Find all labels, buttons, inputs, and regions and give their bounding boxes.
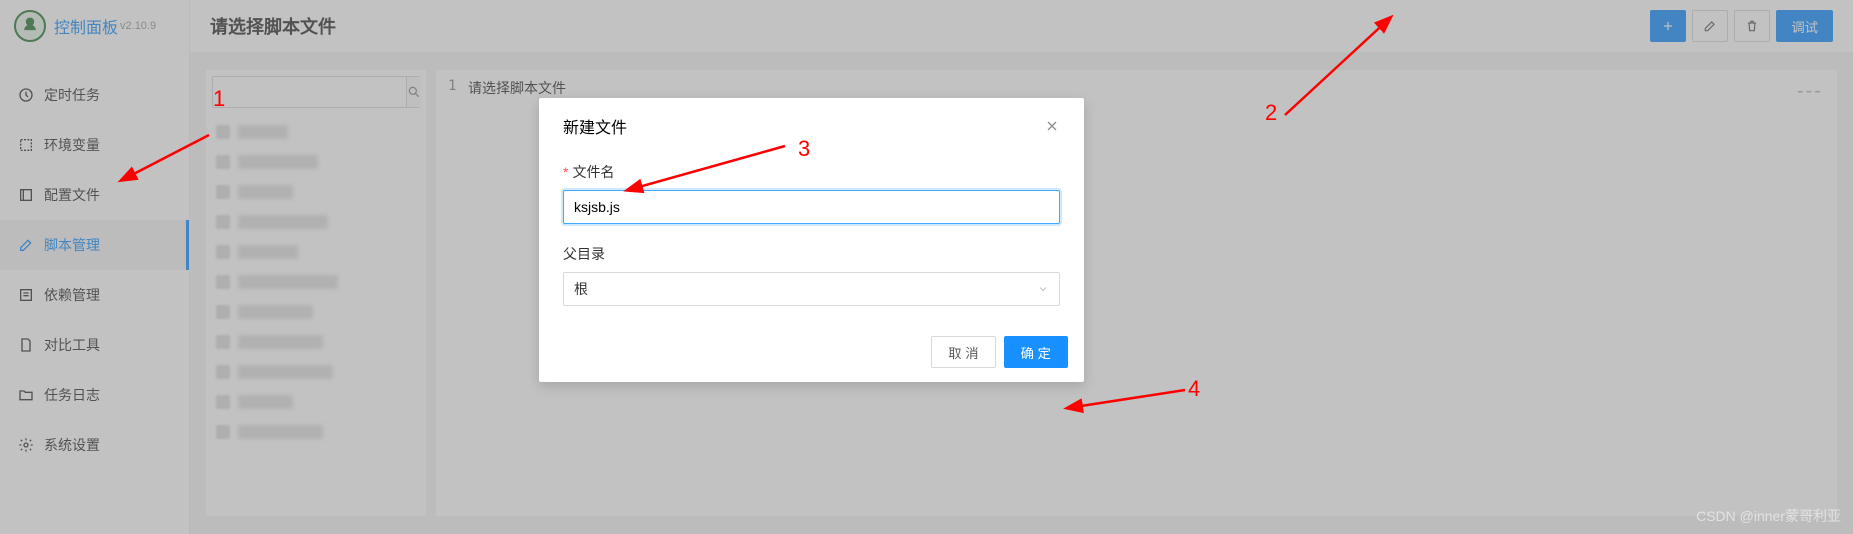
modal-title: 新建文件 [563,114,627,138]
modal-header: 新建文件 [539,98,1084,154]
chevron-down-icon [1037,283,1049,295]
filename-input[interactable] [563,190,1060,224]
modal-footer: 取 消 确 定 [539,326,1084,382]
parent-dir-select[interactable]: 根 [563,272,1060,306]
new-file-modal: 新建文件 *文件名 父目录 根 取 消 确 定 [539,98,1084,382]
filename-label: *文件名 [563,162,1060,182]
modal-close-button[interactable] [1044,118,1060,134]
close-icon [1044,118,1060,134]
parent-dir-label: 父目录 [563,244,1060,264]
confirm-button[interactable]: 确 定 [1004,336,1068,368]
select-value: 根 [574,279,588,299]
cancel-button[interactable]: 取 消 [931,336,995,368]
modal-body: *文件名 父目录 根 [539,154,1084,326]
